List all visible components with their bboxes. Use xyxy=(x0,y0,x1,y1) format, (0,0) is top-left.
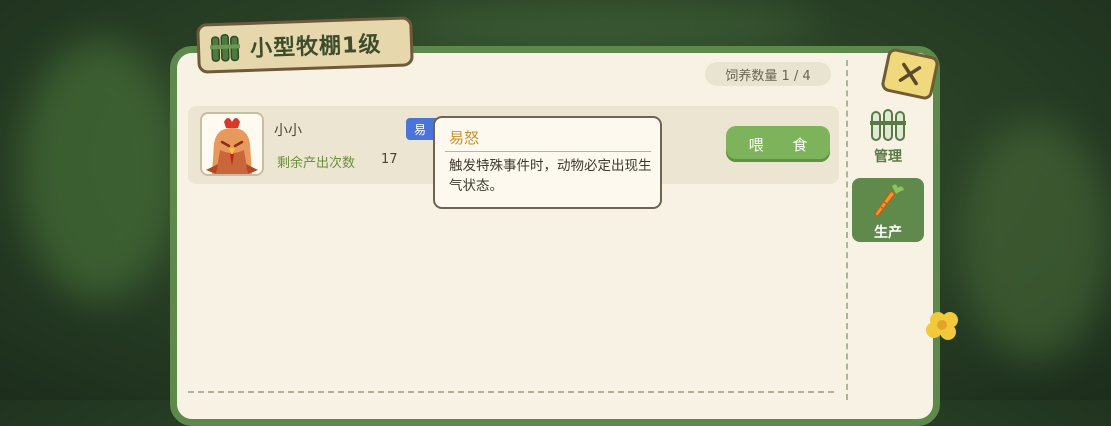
trait-tooltip: 易怒 触发特殊事件时，动物必定出现生气状态。 xyxy=(433,116,662,209)
animal-name: 小小 xyxy=(274,123,302,139)
tooltip-body: 触发特殊事件时，动物必定出现生气状态。 xyxy=(449,158,652,194)
panel-divider xyxy=(846,60,848,400)
trait-badge[interactable]: 易 xyxy=(406,118,436,140)
chicken-icon xyxy=(206,118,258,174)
page-title: 小型牧棚1级 xyxy=(249,32,382,62)
tab-manage-label: 管理 xyxy=(874,149,902,165)
tooltip-title: 易怒 xyxy=(449,129,480,147)
animal-avatar xyxy=(200,112,264,176)
bottom-divider xyxy=(188,391,834,393)
background-foliage xyxy=(960,120,1110,360)
ranch-panel xyxy=(170,46,940,426)
background-foliage xyxy=(400,0,820,50)
carrot-icon xyxy=(874,184,904,217)
background-foliage xyxy=(20,40,180,300)
flower-icon xyxy=(926,312,958,340)
tab-produce[interactable]: 生产 xyxy=(852,178,924,242)
remaining-output-label: 剩余产出次数 xyxy=(277,156,356,171)
tab-manage[interactable]: 管理 xyxy=(852,108,924,172)
remaining-output-value: 17 xyxy=(381,152,398,167)
tab-produce-label: 生产 xyxy=(874,225,902,241)
feed-count-badge: 饲养数量 1 / 4 xyxy=(705,62,831,86)
fence-icon xyxy=(209,34,241,62)
fence-icon xyxy=(870,109,906,141)
close-icon xyxy=(898,62,922,86)
tooltip-divider xyxy=(445,151,651,152)
panel-title-plank: 小型牧棚1级 xyxy=(196,16,414,74)
feed-button[interactable]: 喂 食 xyxy=(726,126,830,162)
